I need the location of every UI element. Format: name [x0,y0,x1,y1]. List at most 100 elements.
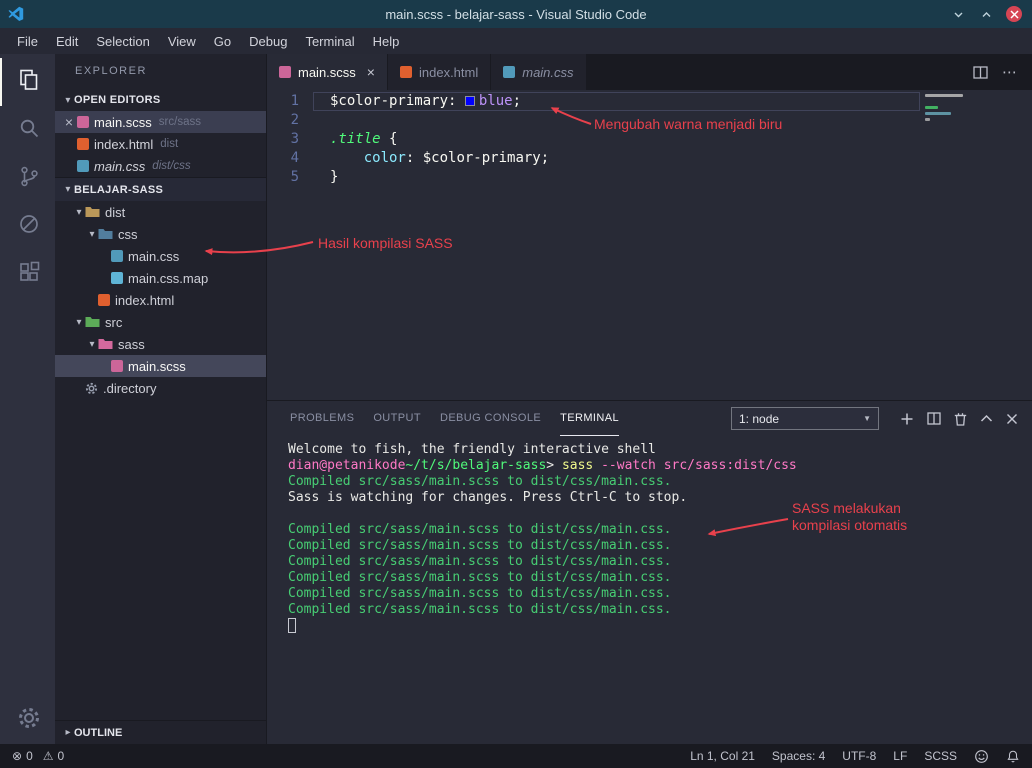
terminal-blank-line [288,506,1032,522]
folder-icon [85,316,100,328]
tab-terminal[interactable]: TERMINAL [560,401,619,436]
close-icon[interactable] [1006,6,1022,22]
split-editor-icon[interactable] [973,66,988,79]
tab-debug-console[interactable]: DEBUG CONSOLE [440,401,541,436]
notifications-bell-icon[interactable] [1006,749,1020,764]
html-file-icon [77,138,89,150]
minimize-icon[interactable] [950,6,966,22]
code-line: 3 .title { [267,130,1032,149]
terminal-output[interactable]: Welcome to fish, the friendly interactiv… [267,436,1032,744]
terminal-line: Compiled src/sass/main.scss to dist/css/… [288,570,1032,586]
gear-file-icon [85,382,98,395]
open-editor-main-scss[interactable]: × main.scss src/sass [55,111,266,133]
chevron-expanded-icon: ▾ [73,207,85,218]
tab-main-css[interactable]: main.css [491,54,586,90]
menubar: File Edit Selection View Go Debug Termin… [0,28,1032,54]
open-editor-label: index.html [94,137,153,152]
tree-item-sass-folder[interactable]: ▾ sass [55,333,266,355]
terminal-line: Compiled src/sass/main.scss to dist/css/… [288,554,1032,570]
language-mode[interactable]: SCSS [924,749,957,763]
gear-icon [17,706,41,735]
color-swatch[interactable] [465,96,475,106]
tree-item-main-scss[interactable]: main.scss [55,355,266,377]
prompt-user: dian@petanikode [288,458,405,473]
tree-item-css-folder[interactable]: ▾ css [55,223,266,245]
window-title: main.scss - belajar-sass - Visual Studio… [0,7,1032,22]
open-editor-detail: dist/css [152,160,190,172]
split-terminal-icon[interactable] [927,412,941,425]
panel-controls: 1: node ▼ [731,407,1018,430]
vscode-window: main.scss - belajar-sass - Visual Studio… [0,0,1032,768]
menu-help[interactable]: Help [364,28,409,54]
tree-item-label: dist [105,205,125,220]
source-control-icon [17,164,41,193]
open-editors-header[interactable]: ▾ OPEN EDITORS [55,89,266,111]
terminal-line: Compiled src/sass/main.scss to dist/css/… [288,538,1032,554]
problems-indicator[interactable]: ⊗ 0 ⚠ 0 [12,749,64,763]
warning-count: 0 [58,749,65,763]
tree-item-main-css-map[interactable]: main.css.map [55,267,266,289]
minimap-line [925,112,951,115]
tree-item-index-html[interactable]: index.html [55,289,266,311]
activity-explorer[interactable] [0,58,55,106]
minimap-line [925,106,938,109]
code-line-content: $color-primary: blue; [313,92,920,111]
command: sass [554,458,593,473]
extensions-icon [17,260,41,289]
activity-source-control[interactable] [0,154,55,202]
tree-item-dist[interactable]: ▾ dist [55,201,266,223]
chevron-expanded-icon: ▾ [62,95,74,106]
menu-view[interactable]: View [159,28,205,54]
cursor-position[interactable]: Ln 1, Col 21 [690,749,755,763]
encoding-setting[interactable]: UTF-8 [842,749,876,763]
punctuation: { [381,131,398,147]
terminal-line: Compiled src/sass/main.scss to dist/css/… [288,474,1032,490]
indentation-setting[interactable]: Spaces: 4 [772,749,825,763]
eol-setting[interactable]: LF [893,749,907,763]
new-terminal-icon[interactable] [900,412,914,426]
menu-debug[interactable]: Debug [240,28,296,54]
tab-main-scss[interactable]: main.scss × [267,54,388,90]
open-editor-main-css[interactable]: main.css dist/css [55,155,266,177]
project-header[interactable]: ▾ BELAJAR-SASS [55,177,266,201]
tree-item-directory[interactable]: .directory [55,377,266,399]
tab-problems[interactable]: PROBLEMS [290,401,354,436]
tab-index-html[interactable]: index.html [388,54,491,90]
open-editor-index-html[interactable]: index.html dist [55,133,266,155]
chevron-expanded-icon: ▾ [86,229,98,240]
chevron-expanded-icon: ▾ [86,339,98,350]
close-panel-icon[interactable] [1006,413,1018,425]
close-tab-icon[interactable]: × [367,64,375,80]
minimap[interactable] [920,90,1032,400]
kill-terminal-icon[interactable] [954,412,967,426]
code-line-content: } [313,168,920,187]
tree-item-label: main.css [128,249,179,264]
menu-selection[interactable]: Selection [87,28,158,54]
activity-debug[interactable] [0,202,55,250]
close-editor-icon[interactable]: × [61,114,77,130]
feedback-smiley-icon[interactable] [974,749,989,764]
sidebar-title: EXPLORER [55,54,266,89]
tree-item-src[interactable]: ▾ src [55,311,266,333]
code-editor[interactable]: 1 $color-primary: blue; 2 3 .title { 4 c… [267,90,1032,400]
tab-output[interactable]: OUTPUT [373,401,421,436]
maximize-icon[interactable] [978,6,994,22]
status-bar: ⊗ 0 ⚠ 0 Ln 1, Col 21 Spaces: 4 UTF-8 LF … [0,744,1032,768]
vscode-logo-icon [8,6,24,22]
menu-terminal[interactable]: Terminal [296,28,363,54]
more-actions-icon[interactable]: ⋯ [1002,63,1018,81]
maximize-panel-icon[interactable] [980,414,993,423]
code-line-content [313,111,920,130]
activity-settings[interactable] [0,696,55,744]
line-number: 5 [267,168,313,187]
tree-item-main-css[interactable]: main.css [55,245,266,267]
css-file-icon [503,66,515,78]
outline-header[interactable]: ▸ OUTLINE [55,720,266,744]
menu-go[interactable]: Go [205,28,240,54]
activity-extensions[interactable] [0,250,55,298]
error-count: 0 [26,749,33,763]
terminal-picker[interactable]: 1: node ▼ [731,407,879,430]
menu-edit[interactable]: Edit [47,28,87,54]
activity-search[interactable] [0,106,55,154]
menu-file[interactable]: File [8,28,47,54]
